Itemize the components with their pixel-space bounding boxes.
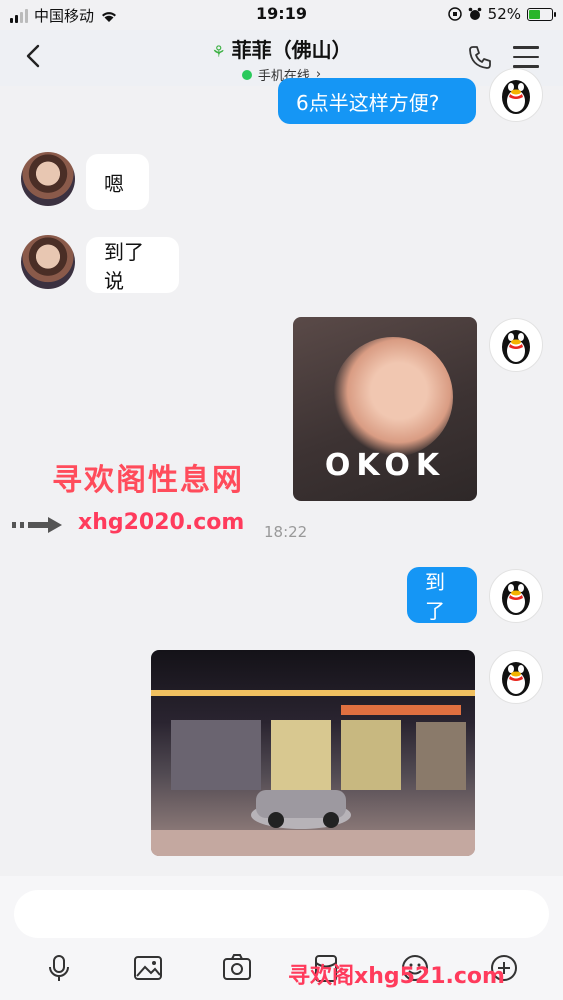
watermark-url: xhg2020.com [78,510,245,535]
arrow-icon [12,517,62,533]
message-text: 6点半这样方便? [296,90,440,115]
ok-hand-image [333,337,453,457]
my-avatar[interactable] [489,569,543,623]
message-text: 嗯 [104,171,124,196]
qq-penguin-icon [502,581,530,615]
sticker-label: OKOK [324,448,446,483]
my-avatar[interactable] [489,68,543,122]
message-text: 到了 [425,570,445,623]
contact-name: 菲菲（佛山） [231,38,352,62]
qq-penguin-icon [502,330,530,364]
microphone-icon[interactable] [43,952,75,984]
sprout-icon: ⚘ [211,42,226,61]
image-icon[interactable] [132,952,164,984]
camera-icon[interactable] [221,952,253,984]
menu-icon[interactable] [513,46,539,68]
battery-percent: 52% [487,5,521,23]
watermark-title: 寻欢阁性息网 [52,463,244,498]
message-bubble-incoming[interactable]: 到了说 [86,237,179,293]
sticker-message[interactable]: OKOK [293,317,477,501]
message-bubble-outgoing[interactable]: 6点半这样方便? [278,78,476,124]
message-bubble-incoming[interactable]: 嗯 [86,154,149,210]
message-bubble-outgoing[interactable]: 到了 [407,567,477,623]
phone-icon[interactable] [467,44,493,70]
my-avatar[interactable] [489,650,543,704]
qq-penguin-icon [502,80,530,114]
message-timestamp: 18:22 [264,523,308,541]
contact-avatar[interactable] [21,235,75,289]
photo-message[interactable] [151,650,475,856]
message-text: 到了说 [104,240,144,293]
status-bar: 中国移动 19:19 52% [0,0,563,30]
storefront-photo [151,690,475,856]
status-right: 52% [447,5,556,23]
watermark-footer: 寻欢阁xhg521.com [288,964,505,989]
message-input[interactable] [14,890,549,938]
online-dot-icon [241,69,252,80]
my-avatar[interactable] [489,318,543,372]
alarm-icon [468,7,481,20]
battery-icon [527,7,556,21]
chat-header: ⚘ 菲菲（佛山） 手机在线 › [0,30,563,86]
orientation-lock-icon [447,7,462,21]
qq-penguin-icon [502,662,530,696]
contact-avatar[interactable] [21,152,75,206]
